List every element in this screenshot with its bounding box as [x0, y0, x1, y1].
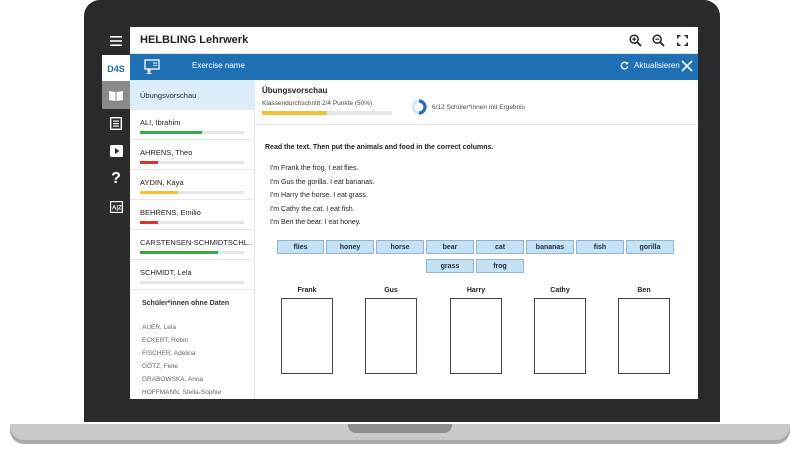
column-label: Gus: [384, 287, 398, 294]
student-item[interactable]: AHRENS, Theo: [130, 140, 255, 170]
student-name: BEHRENS, Emilio: [140, 208, 201, 217]
app-header: HELBLING Lehrwerk: [130, 27, 698, 54]
student-list: Übungsvorschau ALI, Ibrahim AHRENS, Theo…: [130, 80, 255, 399]
student-name: SCHMIDT, Lela: [140, 268, 192, 277]
refresh-icon: [620, 61, 629, 70]
drop-zone-frank[interactable]: [281, 298, 333, 374]
app-title: HELBLING Lehrwerk: [140, 34, 249, 46]
student-item[interactable]: ALI, Ibrahim: [130, 110, 255, 140]
divider: [255, 124, 698, 125]
d4s-logo: D4S: [102, 55, 130, 83]
student-item[interactable]: CARSTENSEN-SCHMIDTSCHL...: [130, 230, 255, 260]
exercise-name: Exercise name: [192, 61, 245, 70]
no-data-student[interactable]: HOFFMANN, Stella-Sophie: [142, 389, 221, 396]
student-name: ALI, Ibrahim: [140, 118, 181, 127]
word-chip[interactable]: bananas: [526, 240, 574, 254]
word-chip[interactable]: bear: [426, 240, 474, 254]
no-data-student[interactable]: ECKERT, Robin: [142, 337, 188, 344]
book-icon[interactable]: [102, 81, 130, 109]
refresh-label: Aktualisieren: [634, 61, 680, 70]
column-label: Ben: [637, 287, 651, 294]
app-screen: D4S ? A|Z HELBLING Lehrwerk Exercise nam…: [102, 27, 698, 399]
drop-zone-ben[interactable]: [618, 298, 670, 374]
student-item[interactable]: AYDIN, Kaya: [130, 170, 255, 200]
class-average-label: Klassendurchschnitt 2/4 Punkte (50%): [262, 100, 373, 107]
refresh-button[interactable]: Aktualisieren: [620, 61, 680, 70]
word-chip[interactable]: horse: [376, 240, 424, 254]
results-donut: [411, 99, 427, 115]
task-sentence: I'm Harry the horse. I eat grass.: [270, 192, 368, 199]
word-chip[interactable]: gorilla: [626, 240, 674, 254]
word-chip[interactable]: grass: [426, 259, 474, 273]
help-icon[interactable]: ?: [102, 165, 130, 193]
no-data-student[interactable]: FISCHER, Adelina: [142, 350, 195, 357]
task-instruction: Read the text. Then put the animals and …: [265, 144, 494, 151]
task-sentence: I'm Cathy the cat. I eat fish.: [270, 206, 355, 213]
fullscreen-icon[interactable]: [674, 32, 690, 48]
student-score-bar: [140, 221, 244, 224]
student-score-bar: [140, 251, 244, 254]
worksheet-icon[interactable]: [102, 109, 130, 137]
close-button[interactable]: [678, 57, 696, 75]
laptop-notch: [348, 424, 452, 433]
word-chip[interactable]: flies: [277, 240, 324, 254]
student-name: AHRENS, Theo: [140, 148, 193, 157]
svg-text:A|Z: A|Z: [112, 206, 122, 212]
task-sentence: I'm Frank the frog. I eat flies.: [270, 165, 359, 172]
close-icon: [681, 60, 693, 72]
drop-zone-cathy[interactable]: [534, 298, 586, 374]
exercise-preview: Übungsvorschau Klassendurchschnitt 2/4 P…: [255, 80, 698, 399]
word-chip[interactable]: cat: [476, 240, 524, 254]
task-sentence: I'm Ben the bear. I eat honey.: [270, 219, 361, 226]
no-data-student[interactable]: AUER, Lela: [142, 324, 176, 331]
exercise-bar: Exercise name Aktualisieren: [130, 54, 698, 80]
student-name: Übungsvorschau: [140, 91, 197, 100]
zoom-out-icon[interactable]: [650, 32, 666, 48]
column-label: Frank: [297, 287, 317, 294]
student-score-bar: [140, 281, 244, 284]
student-item[interactable]: BEHRENS, Emilio: [130, 200, 255, 230]
menu-icon[interactable]: [102, 27, 130, 55]
no-data-student[interactable]: GRABOWSKA, Anna: [142, 376, 203, 383]
dictionary-icon[interactable]: A|Z: [102, 193, 130, 221]
drop-zone-harry[interactable]: [450, 298, 502, 374]
results-count-label: 6/12 Schüler*innen mit Ergebnis: [432, 104, 525, 111]
no-data-student[interactable]: GÖTZ, Fiete: [142, 363, 178, 370]
word-chip[interactable]: frog: [476, 259, 524, 273]
class-average-bar: [262, 111, 392, 115]
student-score-bar: [140, 191, 244, 194]
no-data-heading: Schüler*innen ohne Daten: [142, 300, 230, 307]
icon-rail: D4S ? A|Z: [102, 27, 130, 399]
zoom-in-icon[interactable]: [627, 32, 643, 48]
laptop-frame: D4S ? A|Z HELBLING Lehrwerk Exercise nam…: [0, 0, 800, 450]
word-chip[interactable]: fish: [576, 240, 624, 254]
exercise-presentation-icon: [144, 59, 160, 75]
task-sentence: I'm Gus the gorilla. I eat bananas.: [270, 179, 375, 186]
student-score-bar: [140, 161, 244, 164]
column-label: Harry: [466, 287, 486, 294]
word-chip[interactable]: honey: [326, 240, 374, 254]
student-item-preview[interactable]: Übungsvorschau: [130, 80, 255, 110]
student-score-bar: [140, 131, 244, 134]
student-name: AYDIN, Kaya: [140, 178, 184, 187]
preview-title: Übungsvorschau: [262, 86, 328, 95]
student-name: CARSTENSEN-SCHMIDTSCHL...: [140, 238, 252, 247]
drop-zone-gus[interactable]: [365, 298, 417, 374]
student-item[interactable]: SCHMIDT, Lela: [130, 260, 255, 290]
column-label: Cathy: [550, 287, 570, 294]
play-icon[interactable]: [102, 137, 130, 165]
